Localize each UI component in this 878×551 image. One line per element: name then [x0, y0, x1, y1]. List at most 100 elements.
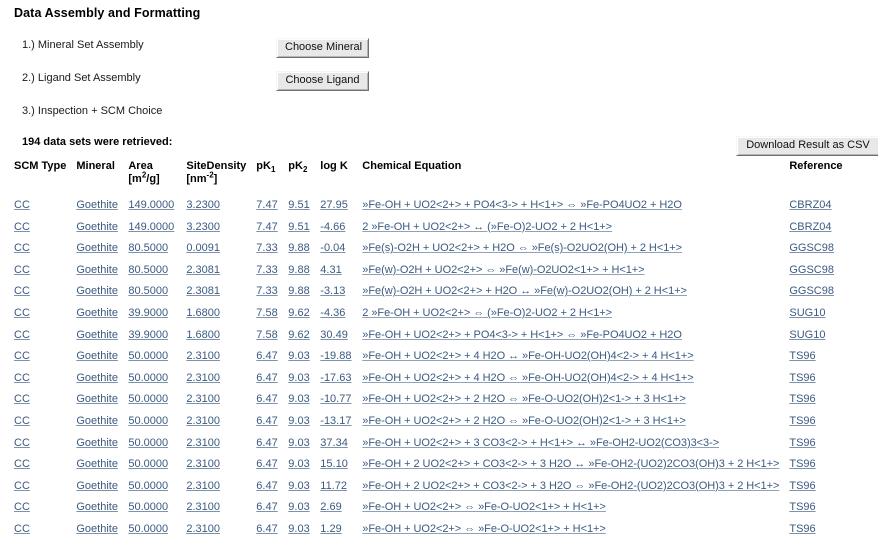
cell-site-density-link[interactable]: 2.3081	[186, 264, 220, 276]
cell-reference-link[interactable]: TS96	[789, 480, 815, 492]
cell-reference-link[interactable]: GGSC98	[789, 242, 834, 254]
cell-pk2-link[interactable]: 9.51	[288, 199, 309, 211]
choose-mineral-button[interactable]: Choose Mineral	[276, 38, 369, 58]
cell-log-k-link[interactable]: 4.31	[320, 264, 341, 276]
cell-pk1-link[interactable]: 6.47	[256, 480, 277, 492]
cell-reference-link[interactable]: TS96	[789, 501, 815, 513]
cell-site-density-link[interactable]: 2.3100	[186, 393, 220, 405]
cell-log-k-link[interactable]: 37.34	[320, 437, 348, 449]
cell-site-density-link[interactable]: 0.0091	[186, 242, 220, 254]
cell-mineral-link[interactable]: Goethite	[76, 307, 118, 319]
cell-pk1-link[interactable]: 7.47	[256, 221, 277, 233]
cell-mineral-link[interactable]: Goethite	[76, 199, 118, 211]
cell-mineral-link[interactable]: Goethite	[76, 242, 118, 254]
cell-log-k-link[interactable]: 11.72	[320, 480, 347, 492]
cell-site-density-link[interactable]: 2.3100	[186, 415, 220, 427]
cell-area-link[interactable]: 50.0000	[128, 393, 168, 405]
cell-mineral-link[interactable]: Goethite	[76, 415, 118, 427]
cell-reference-link[interactable]: TS96	[789, 350, 815, 362]
cell-pk2-link[interactable]: 9.03	[288, 523, 309, 535]
cell-log-k-link[interactable]: 1.29	[320, 523, 341, 535]
cell-scm-type-link[interactable]: CC	[14, 350, 30, 362]
cell-log-k-link[interactable]: -4.36	[320, 307, 345, 319]
cell-site-density-link[interactable]: 2.3100	[186, 372, 220, 384]
cell-pk1-link[interactable]: 6.47	[256, 372, 277, 384]
cell-mineral-link[interactable]: Goethite	[76, 501, 118, 513]
cell-site-density-link[interactable]: 1.6800	[186, 307, 220, 319]
cell-chemical-equation-link[interactable]: »Fe-OH + UO2<2+> + PO4<3-> + H<1+> ⇔ »Fe…	[362, 199, 682, 211]
cell-reference-link[interactable]: GGSC98	[789, 264, 834, 276]
cell-mineral-link[interactable]: Goethite	[76, 458, 118, 470]
cell-pk1-link[interactable]: 7.33	[256, 242, 277, 254]
cell-pk1-link[interactable]: 7.58	[256, 329, 277, 341]
cell-reference-link[interactable]: SUG10	[789, 307, 825, 319]
cell-mineral-link[interactable]: Goethite	[76, 264, 118, 276]
cell-area-link[interactable]: 50.0000	[128, 372, 168, 384]
cell-area-link[interactable]: 80.5000	[128, 264, 168, 276]
cell-scm-type-link[interactable]: CC	[14, 242, 30, 254]
cell-mineral-link[interactable]: Goethite	[76, 285, 118, 297]
cell-reference-link[interactable]: GGSC98	[789, 285, 834, 297]
cell-chemical-equation-link[interactable]: »Fe-OH + UO2<2+> + PO4<3-> + H<1+> ⇔ »Fe…	[362, 329, 682, 341]
cell-scm-type-link[interactable]: CC	[14, 523, 30, 535]
cell-pk2-link[interactable]: 9.03	[288, 501, 309, 513]
cell-reference-link[interactable]: TS96	[789, 437, 815, 449]
cell-reference-link[interactable]: TS96	[789, 372, 815, 384]
cell-area-link[interactable]: 50.0000	[128, 480, 168, 492]
cell-chemical-equation-link[interactable]: »Fe-OH + UO2<2+> + 2 H2O ⇔ »Fe-O-UO2(OH)…	[362, 393, 685, 405]
cell-area-link[interactable]: 149.0000	[128, 221, 174, 233]
cell-log-k-link[interactable]: 2.69	[320, 501, 341, 513]
cell-chemical-equation-link[interactable]: »Fe(w)-O2H + UO2<2+> ⇔ »Fe(w)-O2UO2<1+> …	[362, 264, 644, 276]
cell-log-k-link[interactable]: -10.77	[320, 393, 351, 405]
cell-area-link[interactable]: 50.0000	[128, 458, 168, 470]
cell-pk2-link[interactable]: 9.88	[288, 285, 309, 297]
cell-site-density-link[interactable]: 2.3100	[186, 458, 220, 470]
cell-mineral-link[interactable]: Goethite	[76, 437, 118, 449]
cell-pk2-link[interactable]: 9.88	[288, 242, 309, 254]
cell-chemical-equation-link[interactable]: »Fe(s)-O2H + UO2<2+> + H2O ⇔ »Fe(s)-O2UO…	[362, 242, 682, 254]
cell-pk2-link[interactable]: 9.88	[288, 264, 309, 276]
cell-reference-link[interactable]: TS96	[789, 415, 815, 427]
cell-site-density-link[interactable]: 1.6800	[186, 329, 220, 341]
cell-mineral-link[interactable]: Goethite	[76, 221, 118, 233]
cell-reference-link[interactable]: CBRZ04	[789, 221, 831, 233]
cell-pk1-link[interactable]: 6.47	[256, 350, 277, 362]
cell-chemical-equation-link[interactable]: »Fe-OH + UO2<2+> ⇔ »Fe-O-UO2<1+> + H<1+>	[362, 501, 606, 513]
cell-reference-link[interactable]: CBRZ04	[789, 199, 831, 211]
download-csv-button[interactable]: Download Result as CSV	[736, 136, 878, 156]
cell-pk1-link[interactable]: 7.47	[256, 199, 277, 211]
cell-log-k-link[interactable]: -0.04	[320, 242, 345, 254]
cell-reference-link[interactable]: TS96	[789, 458, 815, 470]
cell-pk2-link[interactable]: 9.03	[288, 393, 309, 405]
cell-chemical-equation-link[interactable]: 2 »Fe-OH + UO2<2+> ⇔ (»Fe-O)2-UO2 + 2 H<…	[362, 307, 612, 319]
cell-area-link[interactable]: 39.9000	[128, 307, 168, 319]
cell-mineral-link[interactable]: Goethite	[76, 350, 118, 362]
cell-log-k-link[interactable]: -19.88	[320, 350, 351, 362]
cell-log-k-link[interactable]: -4.66	[320, 221, 345, 233]
cell-chemical-equation-link[interactable]: »Fe-OH + UO2<2+> ⇔ »Fe-O-UO2<1+> + H<1+>	[362, 523, 606, 535]
cell-pk1-link[interactable]: 6.47	[256, 437, 277, 449]
cell-pk2-link[interactable]: 9.03	[288, 458, 309, 470]
cell-mineral-link[interactable]: Goethite	[76, 372, 118, 384]
cell-mineral-link[interactable]: Goethite	[76, 329, 118, 341]
cell-area-link[interactable]: 80.5000	[128, 285, 168, 297]
cell-reference-link[interactable]: SUG10	[789, 329, 825, 341]
cell-site-density-link[interactable]: 2.3100	[186, 480, 220, 492]
choose-ligand-button[interactable]: Choose Ligand	[276, 71, 369, 91]
cell-log-k-link[interactable]: -3.13	[320, 285, 345, 297]
cell-pk2-link[interactable]: 9.03	[288, 480, 309, 492]
cell-pk1-link[interactable]: 7.33	[256, 285, 277, 297]
cell-pk2-link[interactable]: 9.03	[288, 372, 309, 384]
cell-area-link[interactable]: 80.5000	[128, 242, 168, 254]
cell-area-link[interactable]: 50.0000	[128, 415, 168, 427]
cell-reference-link[interactable]: TS96	[789, 393, 815, 405]
cell-log-k-link[interactable]: 15.10	[320, 458, 348, 470]
cell-mineral-link[interactable]: Goethite	[76, 523, 118, 535]
cell-pk1-link[interactable]: 6.47	[256, 523, 277, 535]
cell-pk2-link[interactable]: 9.62	[288, 307, 309, 319]
cell-scm-type-link[interactable]: CC	[14, 221, 30, 233]
cell-log-k-link[interactable]: -13.17	[320, 415, 351, 427]
cell-scm-type-link[interactable]: CC	[14, 458, 30, 470]
cell-area-link[interactable]: 149.0000	[128, 199, 174, 211]
cell-chemical-equation-link[interactable]: »Fe-OH + UO2<2+> + 4 H2O ⇔ »Fe-OH-UO2(OH…	[362, 372, 693, 384]
